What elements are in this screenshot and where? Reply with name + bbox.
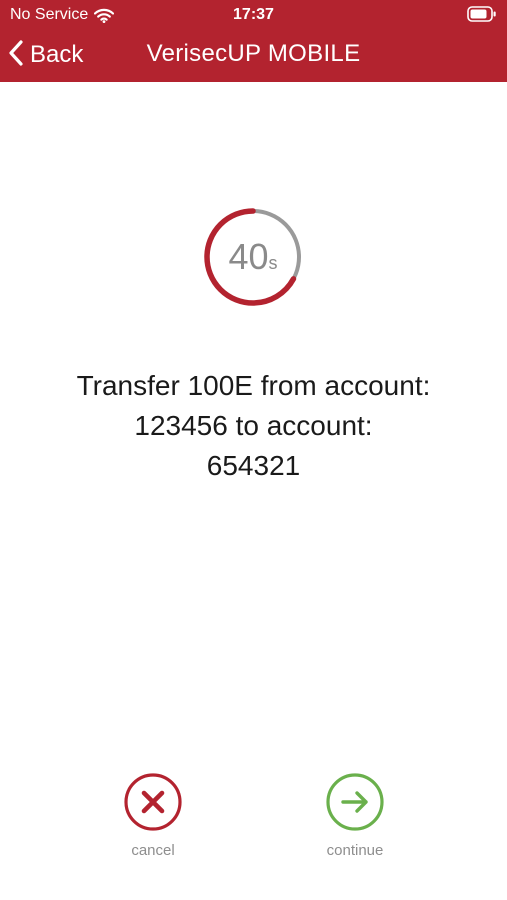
close-circle-icon [103, 772, 203, 832]
message-line: Transfer 100E from account: [76, 370, 431, 401]
countdown-timer: 40s [203, 207, 303, 307]
countdown-unit: s [268, 253, 278, 273]
navigation-bar: Back VerisecUP MOBILE [0, 30, 507, 82]
arrow-right-circle-icon [305, 772, 405, 832]
status-bar: No Service 17:37 [0, 0, 507, 30]
page-title: VerisecUP MOBILE [146, 40, 361, 67]
message-line: 654321 [206, 450, 301, 481]
status-time: 17:37 [233, 6, 274, 23]
continue-label: continue [326, 842, 384, 859]
confirmation-screen: No Service 17:37 Back VerisecUP MOBILE 4… [0, 0, 507, 900]
battery-icon [467, 6, 497, 27]
app-header: No Service 17:37 Back VerisecUP MOBILE [0, 0, 507, 82]
message-line: 123456 to account: [134, 410, 373, 441]
countdown-value: 40 [228, 236, 269, 277]
continue-button[interactable]: continue [305, 772, 405, 859]
cancel-button[interactable]: cancel [103, 772, 203, 859]
cancel-label: cancel [131, 842, 175, 859]
countdown-readout: 40s [203, 237, 303, 283]
transaction-message: Transfer 100E from account: 123456 to ac… [20, 366, 487, 486]
